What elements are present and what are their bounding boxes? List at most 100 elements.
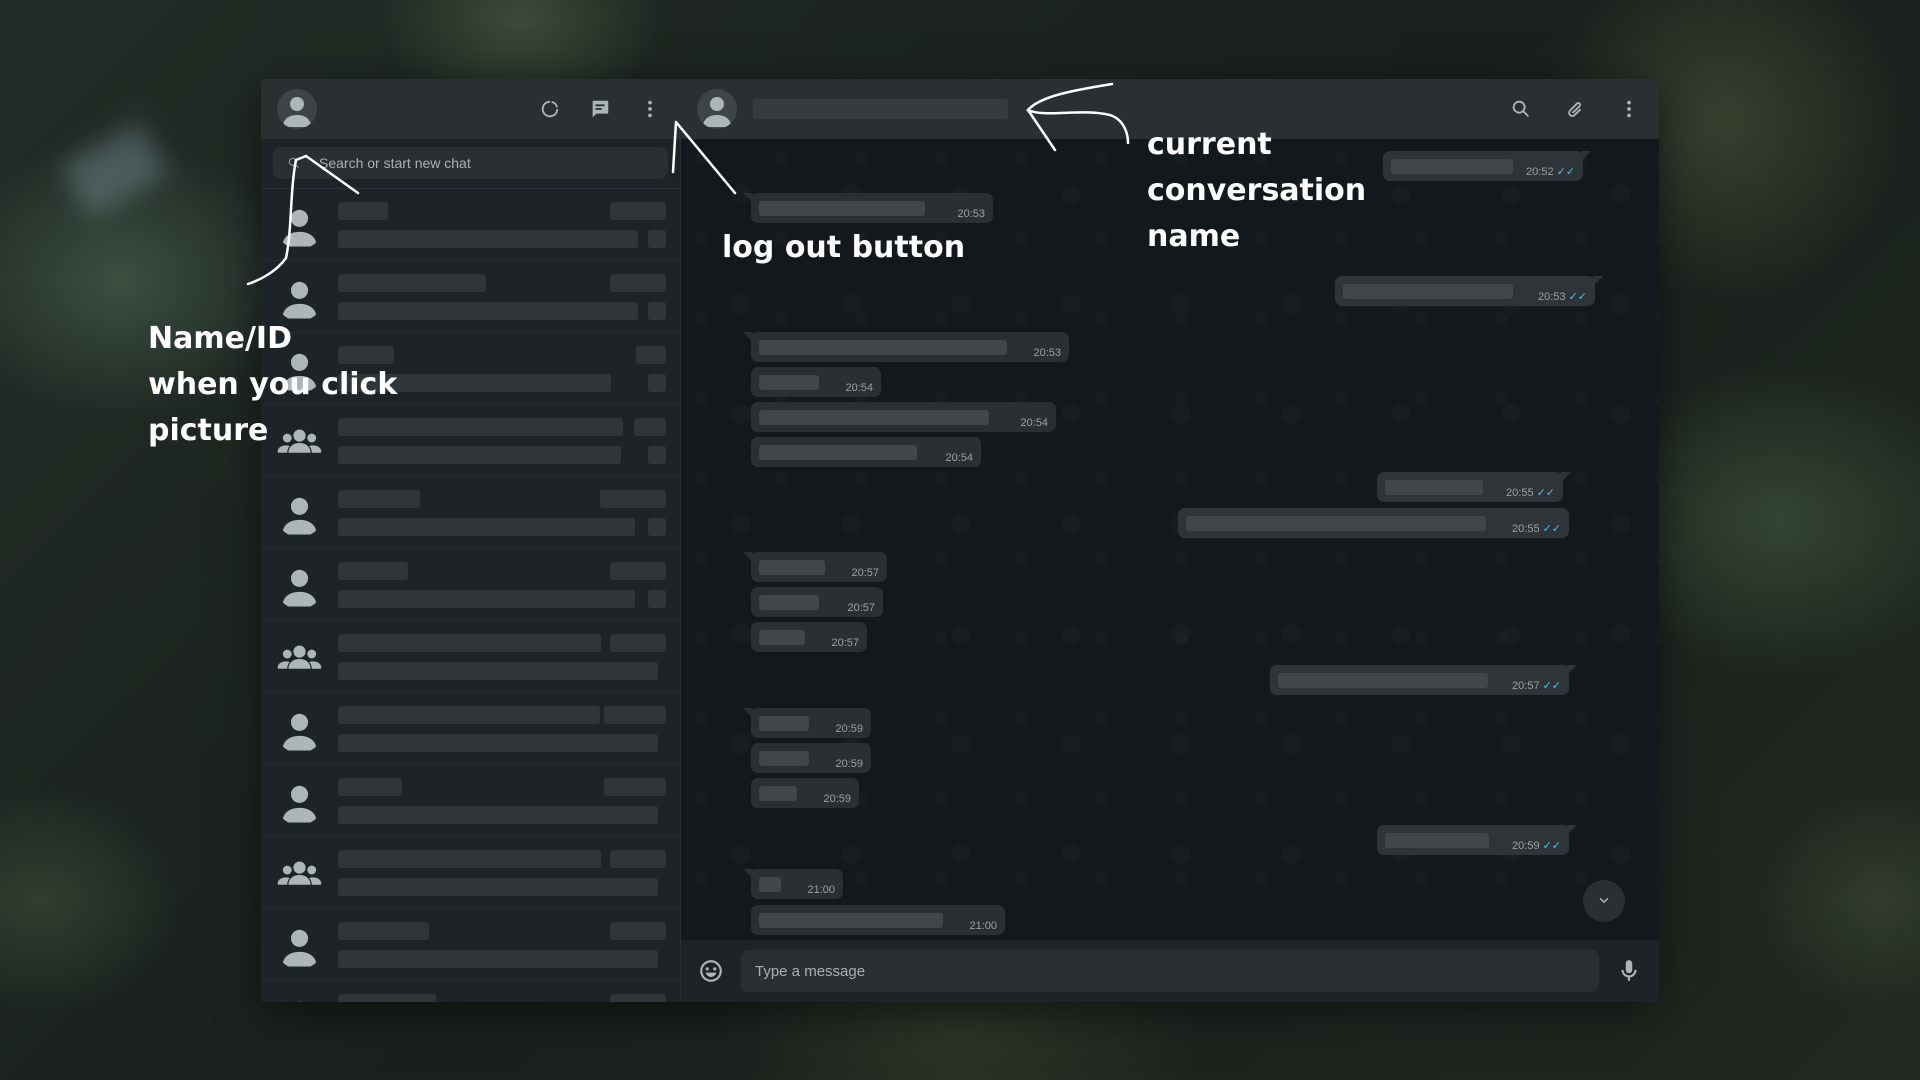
incoming-message[interactable]: 20:57 [751,587,883,617]
message-text-placeholder [759,444,917,460]
chat-list-item[interactable] [261,261,680,333]
sidebar-header-actions [536,95,664,123]
incoming-message[interactable]: 20:57 [743,552,887,582]
chat-preview-placeholder [338,733,658,752]
chat-list-item[interactable] [261,621,680,693]
menu-button[interactable] [636,95,664,123]
chat-meta [338,273,666,320]
chat-name-placeholder [338,201,388,220]
chat-list-item[interactable] [261,981,680,1002]
incoming-message[interactable]: 20:54 [751,437,981,467]
read-receipt-icon: ✓✓ [1536,487,1555,499]
emoji-button[interactable] [697,957,725,985]
chat-time-placeholder [610,561,666,580]
message-time: 20:52 ✓✓ [1526,166,1575,178]
incoming-message[interactable]: 20:57 [751,622,867,652]
chat-name-placeholder [338,705,600,724]
chat-avatar [275,200,324,249]
chat-list-item[interactable] [261,333,680,405]
menu-icon [648,100,652,118]
profile-avatar[interactable] [277,89,317,129]
incoming-message[interactable]: 21:00 [751,905,1005,935]
user-avatar-icon [282,497,317,535]
read-receipt-icon: ✓✓ [1542,680,1561,692]
user-avatar-icon [283,97,311,127]
contact-avatar[interactable] [697,89,737,129]
chat-meta [338,345,666,392]
incoming-message[interactable]: 20:54 [751,367,881,397]
scroll-to-bottom-button[interactable] [1583,880,1625,922]
group-avatar-icon [277,861,322,885]
message-text-placeholder [759,409,989,425]
chat-name-placeholder [338,849,601,868]
chat-app-window: 20:52✓✓ 20:53 20:53✓✓ 20:53 20:54 20:54 20:54 2… [261,79,1659,1002]
mic-icon [1621,960,1637,981]
user-avatar-icon [282,713,317,751]
chat-time-placeholder [634,417,666,436]
chat-avatar [275,992,324,1002]
chat-list-item[interactable] [261,189,680,261]
message-text-placeholder [759,200,925,216]
search-input[interactable] [319,155,654,171]
emoji-icon [700,960,722,982]
chat-name-placeholder [338,921,429,940]
incoming-message[interactable]: 20:53 [743,332,1069,362]
chat-preview-placeholder [338,805,658,824]
chat-list-item[interactable] [261,837,680,909]
chat-avatar [275,416,324,465]
chat-time-placeholder [600,489,666,508]
message-list[interactable]: 20:52 ✓✓ 20:53 20:53 ✓✓ 20:53 20:54 20:54 20:54 2… [681,139,1659,940]
chat-time-placeholder [610,921,666,940]
chat-preview-placeholder [338,229,638,248]
message-time: 20:54 [1020,417,1048,429]
outgoing-message[interactable]: 20:57 ✓✓ [1270,665,1577,695]
incoming-message[interactable]: 20:59 [751,743,871,773]
incoming-message[interactable]: 20:53 [743,193,993,223]
group-avatar-icon [277,645,322,669]
status-button[interactable] [536,95,564,123]
chat-preview-placeholder [338,301,638,320]
search-messages-button[interactable] [1507,95,1535,123]
outgoing-message[interactable]: 20:55 ✓✓ [1178,508,1569,538]
attach-button[interactable] [1561,95,1589,123]
outgoing-message[interactable]: 20:55 ✓✓ [1377,472,1571,502]
conversation-menu-button[interactable] [1615,95,1643,123]
new-chat-button[interactable] [586,95,614,123]
incoming-message[interactable]: 20:59 [751,778,859,808]
chat-avatar [275,704,324,753]
chat-list-item[interactable] [261,909,680,981]
chat-list-item[interactable] [261,765,680,837]
chat-name-placeholder [338,561,408,580]
chat-preview-placeholder [338,661,658,680]
outgoing-message[interactable]: 20:53 ✓✓ [1335,276,1603,306]
chat-list-item[interactable] [261,405,680,477]
chat-list-item[interactable] [261,477,680,549]
incoming-message[interactable]: 20:54 [751,402,1056,432]
chat-meta [338,921,666,968]
read-receipt-icon: ✓✓ [1556,166,1575,178]
read-receipt-icon: ✓✓ [1542,840,1561,852]
chat-list-item[interactable] [261,549,680,621]
chat-time-placeholder [636,345,666,364]
message-time: 20:57 ✓✓ [1512,680,1561,692]
chat-avatar [275,632,324,681]
chat-badge-placeholder [648,229,666,248]
message-text-placeholder [759,715,809,731]
user-avatar-icon [703,97,731,127]
incoming-message[interactable]: 21:00 [743,869,843,899]
chat-badge-placeholder [648,589,666,608]
outgoing-message[interactable]: 20:59 ✓✓ [1377,825,1577,855]
chat-name-placeholder [338,273,486,292]
outgoing-message[interactable]: 20:52 ✓✓ [1383,151,1591,181]
chat-name-placeholder [338,993,436,1002]
chat-time-placeholder [604,705,666,724]
incoming-message[interactable]: 20:59 [743,708,871,738]
message-time: 20:57 [831,637,859,649]
voice-message-button[interactable] [1615,957,1643,985]
conversation-name[interactable] [753,99,1008,119]
chevron-down-icon [1599,897,1609,904]
chat-list-item[interactable] [261,693,680,765]
user-avatar-icon [282,785,317,823]
message-input[interactable] [741,950,1599,992]
message-time: 20:55 ✓✓ [1512,523,1561,535]
